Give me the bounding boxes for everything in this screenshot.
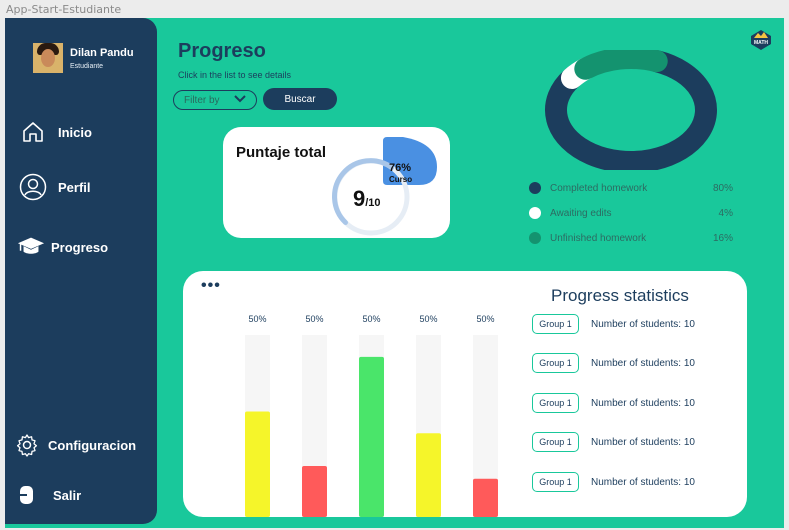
progress-bar-chart: 50% 50% 50% 50% 50% <box>245 314 498 517</box>
course-percent: 76% <box>389 162 412 174</box>
group-button[interactable]: Group 1 <box>532 432 579 452</box>
frame-label: App-Start-Estudiante <box>6 3 122 16</box>
score-value: 9/10 <box>353 186 381 212</box>
bar-data-label: 50% <box>362 314 380 324</box>
score-number: 9 <box>353 186 366 211</box>
filter-dropdown[interactable]: Filter by <box>173 90 257 110</box>
sidebar-item-inicio[interactable]: Inicio <box>19 118 92 146</box>
chevron-down-icon <box>234 94 246 107</box>
group-row: Group 1 Number of students: 10 <box>532 472 695 492</box>
sidebar-item-perfil[interactable]: Perfil <box>19 173 91 201</box>
search-button[interactable]: Buscar <box>263 88 337 110</box>
profile-role: Estudiante <box>70 62 104 70</box>
group-students: Number of students: 10 <box>591 397 695 409</box>
exit-icon <box>13 481 41 509</box>
legend-percent: 16% <box>712 232 733 244</box>
group-row: Group 1 Number of students: 10 <box>532 432 695 452</box>
legend-dot <box>529 207 541 219</box>
bar-data-label: 50% <box>476 314 494 324</box>
bar-data-label: 50% <box>419 314 437 324</box>
group-row: Group 1 Number of students: 10 <box>532 393 695 413</box>
legend-percent: 4% <box>718 207 733 219</box>
user-icon <box>19 173 47 201</box>
group-row: Group 1 Number of students: 10 <box>532 353 695 373</box>
donut-segment <box>574 50 668 80</box>
page-subtitle: Click in the list to see details <box>178 70 292 80</box>
legend-label: Awaiting edits <box>550 207 612 219</box>
stats-title: Progress statistics <box>551 286 689 305</box>
legend-percent: 80% <box>712 182 733 194</box>
legend-row: Completed homework 80% <box>529 182 733 194</box>
svg-text:MATH: MATH <box>754 40 768 46</box>
legend-label: Completed homework <box>550 182 648 194</box>
legend-dot <box>529 232 541 244</box>
home-icon <box>19 118 47 146</box>
sidebar-item-progreso[interactable]: Progreso <box>17 233 108 261</box>
graduation-cap-icon <box>17 233 45 261</box>
group-students: Number of students: 10 <box>591 476 695 488</box>
sidebar-item-label: Progreso <box>51 239 109 255</box>
sidebar-item-configuracion[interactable]: Configuracion <box>13 431 136 459</box>
filter-label: Filter by <box>184 94 220 106</box>
course-label: Curso <box>389 175 413 184</box>
math-logo: MATH <box>750 30 772 50</box>
bar <box>302 466 327 517</box>
legend-row: Unfinished homework 16% <box>529 232 733 244</box>
sidebar-item-label: Salir <box>53 487 82 503</box>
group-button[interactable]: Group 1 <box>532 314 579 334</box>
group-students: Number of students: 10 <box>591 357 695 369</box>
bar <box>359 356 384 517</box>
bar-data-label: 50% <box>305 314 323 324</box>
bar <box>245 411 270 517</box>
group-button[interactable]: Group 1 <box>532 393 579 413</box>
score-card: Puntaje total 76% Curso 9/10 <box>223 127 450 238</box>
score-title: Puntaje total <box>236 144 327 161</box>
sidebar-item-label: Perfil <box>58 179 91 195</box>
stats-card: ••• 50% 50% 50% 50% 50% Progress statistics … <box>183 271 747 517</box>
bar <box>473 478 498 517</box>
sidebar-item-label: Configuracion <box>48 437 137 453</box>
group-button[interactable]: Group 1 <box>532 472 579 492</box>
score-out-of: /10 <box>365 197 381 209</box>
profile-name: Dilan Pandu <box>70 46 134 59</box>
group-row: Group 1 Number of students: 10 <box>532 314 695 334</box>
bar <box>416 433 441 517</box>
user-profile[interactable]: Dilan Pandu Estudiante <box>33 43 134 73</box>
app-canvas: Dilan Pandu Estudiante Inicio Perfil Pro… <box>5 18 784 528</box>
group-students: Number of students: 10 <box>591 436 695 448</box>
homework-donut-chart <box>545 50 717 170</box>
legend-label: Unfinished homework <box>550 232 647 244</box>
sidebar-item-salir[interactable]: Salir <box>13 481 81 509</box>
group-students: Number of students: 10 <box>591 318 695 330</box>
page-title: Progreso <box>178 40 266 62</box>
bar-data-label: 50% <box>248 314 266 324</box>
sidebar: Dilan Pandu Estudiante Inicio Perfil Pro… <box>5 18 157 524</box>
legend-row: Awaiting edits 4% <box>529 207 733 219</box>
sidebar-item-label: Inicio <box>58 124 92 140</box>
legend-dot <box>529 182 541 194</box>
group-button[interactable]: Group 1 <box>532 353 579 373</box>
gear-icon <box>13 431 41 459</box>
avatar <box>33 43 63 73</box>
